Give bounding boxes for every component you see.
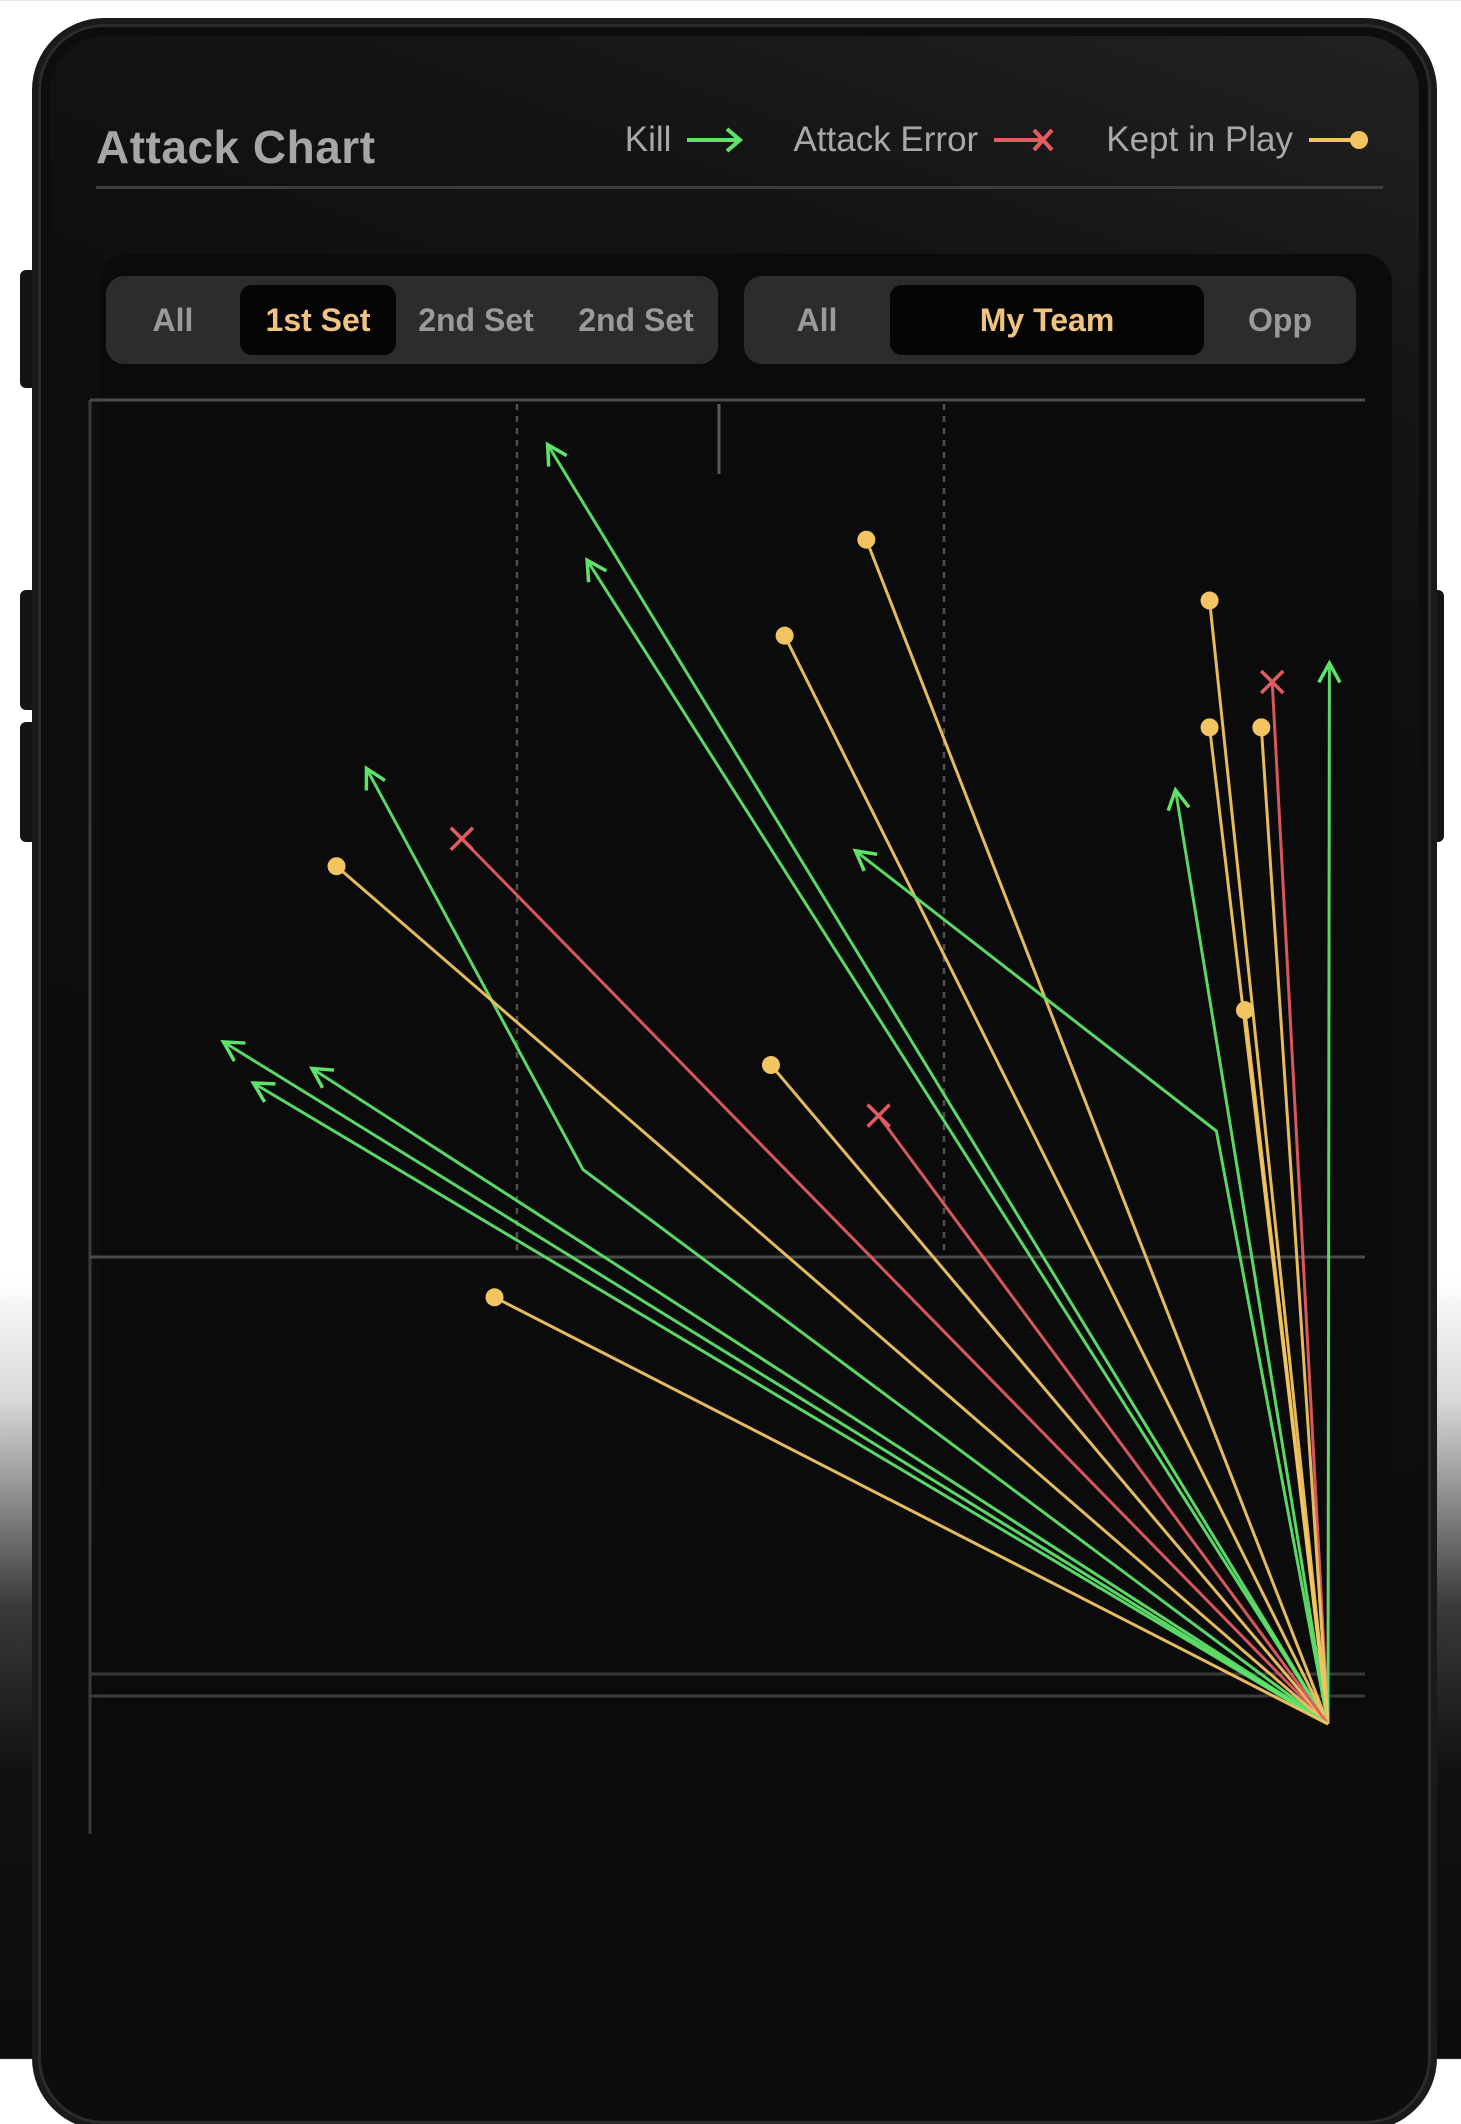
chart-legend: Kill Attack Error Kept in Play bbox=[577, 120, 1371, 160]
team-filter-all[interactable]: All bbox=[744, 285, 890, 355]
attack-path bbox=[335, 865, 1329, 1726]
legend-item-error: Attack Error bbox=[793, 120, 1058, 160]
attack-path bbox=[493, 1295, 1329, 1726]
header-divider bbox=[96, 186, 1383, 189]
arrowhead-icon bbox=[308, 1066, 335, 1089]
arrowhead-icon bbox=[585, 557, 608, 583]
attack-lines bbox=[220, 441, 1342, 1726]
dot-icon bbox=[485, 1288, 504, 1307]
dot-icon bbox=[762, 1056, 780, 1075]
side-button-left-2 bbox=[20, 590, 38, 710]
attack-kept-12[interactable] bbox=[1235, 1001, 1330, 1725]
side-button-left-1 bbox=[20, 270, 38, 388]
volleyball-court bbox=[88, 398, 1365, 1834]
set-filter: All 1st Set 2nd Set 2nd Set bbox=[106, 276, 718, 364]
dot-icon bbox=[775, 626, 794, 645]
attack-path bbox=[222, 1040, 1329, 1726]
arrowhead-icon bbox=[220, 1039, 246, 1062]
team-filter: All My Team Opp bbox=[744, 276, 1356, 364]
attack-path bbox=[460, 837, 1330, 1726]
attack-kill-18[interactable] bbox=[220, 1039, 1329, 1726]
error-cross-icon bbox=[994, 128, 1054, 152]
page-title: Attack Chart bbox=[96, 121, 376, 173]
set-filter-all[interactable]: All bbox=[106, 285, 240, 355]
set-filter-1st-set[interactable]: 1st Set bbox=[240, 285, 396, 355]
attack-kept-8[interactable] bbox=[1200, 718, 1330, 1725]
dot-icon bbox=[1200, 591, 1219, 610]
attack-path bbox=[546, 443, 1330, 1725]
attack-path bbox=[1208, 600, 1330, 1725]
legend-label-error: Attack Error bbox=[793, 120, 979, 159]
team-filter-my-team[interactable]: My Team bbox=[890, 285, 1204, 355]
attack-kept-9[interactable] bbox=[1252, 718, 1330, 1725]
attack-kill-7[interactable] bbox=[1317, 659, 1342, 1725]
cross-icon bbox=[449, 826, 475, 852]
court-lines bbox=[88, 398, 1365, 1834]
attack-kept-15[interactable] bbox=[327, 857, 1329, 1726]
kill-arrow-icon bbox=[687, 127, 744, 153]
attack-error-14[interactable] bbox=[449, 826, 1330, 1726]
attack-path bbox=[1270, 681, 1330, 1725]
set-filter-2nd-set[interactable]: 2nd Set bbox=[396, 285, 556, 355]
kept-dot-icon bbox=[1309, 131, 1368, 149]
attack-kept-21[interactable] bbox=[485, 1288, 1329, 1726]
dot-icon bbox=[327, 857, 346, 876]
cross-icon bbox=[866, 1103, 891, 1128]
legend-label-kill: Kill bbox=[624, 120, 672, 159]
attack-kill-2[interactable] bbox=[585, 557, 1330, 1725]
legend-item-kill: Kill bbox=[625, 120, 746, 160]
legend-label-kept: Kept in Play bbox=[1106, 120, 1293, 159]
attack-path bbox=[365, 767, 1329, 1726]
attack-error-17[interactable] bbox=[866, 1103, 1330, 1725]
attack-kill-19[interactable] bbox=[308, 1066, 1329, 1726]
team-filter-opp[interactable]: Opp bbox=[1204, 285, 1356, 355]
dot-icon bbox=[1235, 1001, 1254, 1020]
dot-icon bbox=[857, 530, 876, 549]
side-button-left-3 bbox=[20, 722, 38, 842]
attack-kill-1[interactable] bbox=[545, 441, 1330, 1725]
attack-path bbox=[1326, 663, 1331, 1725]
arrowhead-icon bbox=[545, 441, 568, 467]
legend-item-kept: Kept in Play bbox=[1106, 120, 1371, 160]
attack-path bbox=[311, 1067, 1329, 1726]
set-filter-2nd-set-b[interactable]: 2nd Set bbox=[556, 285, 716, 355]
dot-icon bbox=[1252, 718, 1271, 737]
dot-icon bbox=[1200, 718, 1219, 737]
attack-path bbox=[585, 559, 1330, 1725]
attack-kill-13[interactable] bbox=[364, 765, 1329, 1726]
attack-path bbox=[877, 1114, 1330, 1725]
